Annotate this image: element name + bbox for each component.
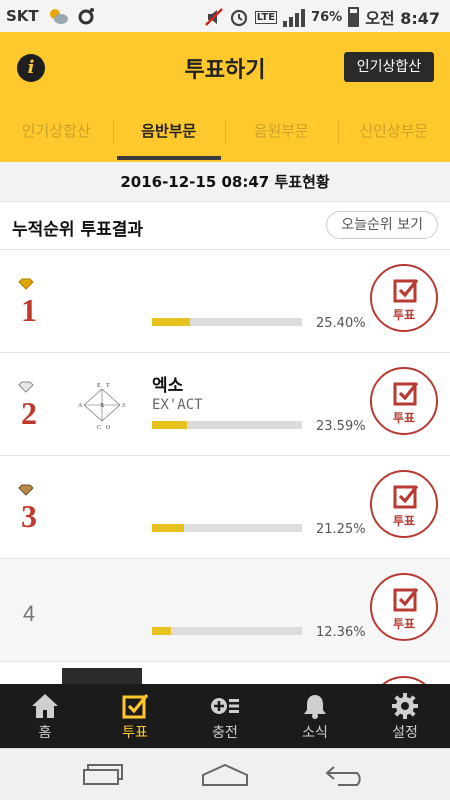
rank-number: 2 <box>21 395 37 431</box>
vote-progress-bar <box>152 524 302 532</box>
vote-progress-fill <box>152 524 184 532</box>
signal-icon <box>283 7 306 27</box>
status-bar: SKT LTE 76% 오전 8:47 <box>0 0 450 32</box>
svg-text:C: C <box>97 425 101 431</box>
vote-check-icon <box>393 382 419 406</box>
weather-icon <box>49 9 68 24</box>
artist-name: 엑소 <box>152 376 184 396</box>
vote-button[interactable]: 투표 <box>370 573 438 641</box>
album-art[interactable] <box>62 256 142 346</box>
ring-icon <box>78 8 94 25</box>
battery-percent: 76% <box>311 9 343 25</box>
app-header: i 투표하기 인기상합산 <box>0 32 450 102</box>
vote-button[interactable]: 투표 <box>370 367 438 435</box>
vote-progress-fill <box>152 627 171 635</box>
album-art[interactable] <box>62 565 142 655</box>
vote-progress-bar <box>152 421 302 429</box>
list-item: 4 12.36% 투표 <box>0 559 450 662</box>
alarm-icon <box>230 9 247 27</box>
popularity-total-button[interactable]: 인기상합산 <box>344 52 434 82</box>
album-art[interactable] <box>62 462 142 552</box>
svg-text:O: O <box>106 425 111 431</box>
vote-progress-bar <box>152 318 302 326</box>
vote-check-icon <box>393 588 419 612</box>
nav-label: 소식 <box>302 725 328 741</box>
nav-label: 설정 <box>392 725 418 741</box>
bell-icon <box>304 695 326 719</box>
tab-rookie[interactable]: 신인상부문 <box>337 102 450 162</box>
section-title: 누적순위 투표결과 <box>12 220 144 240</box>
list-item: 1 25.40% 투표 <box>0 250 450 353</box>
album-art[interactable]: ET A X 3 CO <box>62 359 142 449</box>
vote-progress-fill <box>152 318 191 326</box>
svg-text:E: E <box>97 383 101 389</box>
silver-diamond-icon <box>18 381 34 393</box>
gold-diamond-icon <box>18 278 34 290</box>
battery-icon <box>348 7 360 27</box>
mute-icon <box>204 8 223 26</box>
svg-text:X: X <box>100 403 105 409</box>
list-item: 해피 <box>0 662 450 684</box>
category-tabs: 인기상합산 음반부문 음원부문 신인상부문 <box>0 102 450 162</box>
system-navigation <box>0 748 450 800</box>
vote-check-icon <box>122 693 149 719</box>
home-icon <box>32 694 58 718</box>
network-label: LTE <box>254 10 278 24</box>
vote-status-date: 2016-12-15 08:47 투표현황 <box>0 162 450 202</box>
vote-check-icon <box>393 485 419 509</box>
today-ranking-button[interactable]: 오늘순위 보기 <box>326 211 438 239</box>
list-item: 3 21.25% 투표 <box>0 456 450 559</box>
nav-home[interactable]: 홈 <box>0 684 90 748</box>
ranking-list[interactable]: 1 25.40% 투표 2 ET A X 3 CO 엑소 EX'ACT 23.59%… <box>0 250 450 684</box>
vote-button-label: 투표 <box>392 308 416 322</box>
vote-button-label: 투표 <box>392 411 416 425</box>
vote-percent: 25.40% <box>316 316 366 331</box>
nav-settings[interactable]: 설정 <box>360 684 450 748</box>
rank-number: 3 <box>21 498 37 534</box>
vote-percent: 23.59% <box>316 419 366 434</box>
vote-button[interactable] <box>370 676 438 684</box>
vote-button-label: 투표 <box>392 617 416 631</box>
nav-label: 투표 <box>122 725 148 741</box>
charge-icon <box>211 698 239 714</box>
vote-progress-bar <box>152 627 302 635</box>
album-art[interactable] <box>62 668 142 684</box>
svg-text:T: T <box>106 383 110 389</box>
nav-charge[interactable]: 충전 <box>180 684 270 748</box>
vote-check-icon <box>393 279 419 303</box>
list-item: 2 ET A X 3 CO 엑소 EX'ACT 23.59% 투표 <box>0 353 450 456</box>
vote-percent: 12.36% <box>316 625 366 640</box>
back-icon[interactable] <box>324 763 370 787</box>
svg-text:A: A <box>78 403 83 409</box>
nav-vote[interactable]: 투표 <box>90 684 180 748</box>
svg-text:3: 3 <box>122 403 125 409</box>
bottom-navigation: 홈 투표 충전 소식 설정 <box>0 684 450 748</box>
vote-button[interactable]: 투표 <box>370 264 438 332</box>
recent-apps-icon[interactable] <box>82 763 126 787</box>
tab-popularity-total[interactable]: 인기상합산 <box>0 102 113 162</box>
nav-label: 홈 <box>38 725 52 741</box>
home-button-icon[interactable] <box>200 763 250 787</box>
vote-progress-fill <box>152 421 188 429</box>
nav-news[interactable]: 소식 <box>270 684 360 748</box>
bronze-diamond-icon <box>18 484 34 496</box>
gear-icon <box>392 693 418 719</box>
results-header: 누적순위 투표결과 오늘순위 보기 <box>0 202 450 250</box>
rank-number: 1 <box>21 292 37 328</box>
nav-label: 충전 <box>212 725 238 741</box>
rank-number: 4 <box>22 601 36 626</box>
tab-digital[interactable]: 음원부문 <box>225 102 338 162</box>
vote-button[interactable]: 투표 <box>370 470 438 538</box>
vote-button-label: 투표 <box>392 514 416 528</box>
clock: 오전 8:47 <box>365 9 440 28</box>
carrier-label: SKT <box>6 7 39 25</box>
vote-percent: 21.25% <box>316 522 366 537</box>
album-title: EX'ACT <box>152 397 203 413</box>
tab-album[interactable]: 음반부문 <box>112 102 226 162</box>
